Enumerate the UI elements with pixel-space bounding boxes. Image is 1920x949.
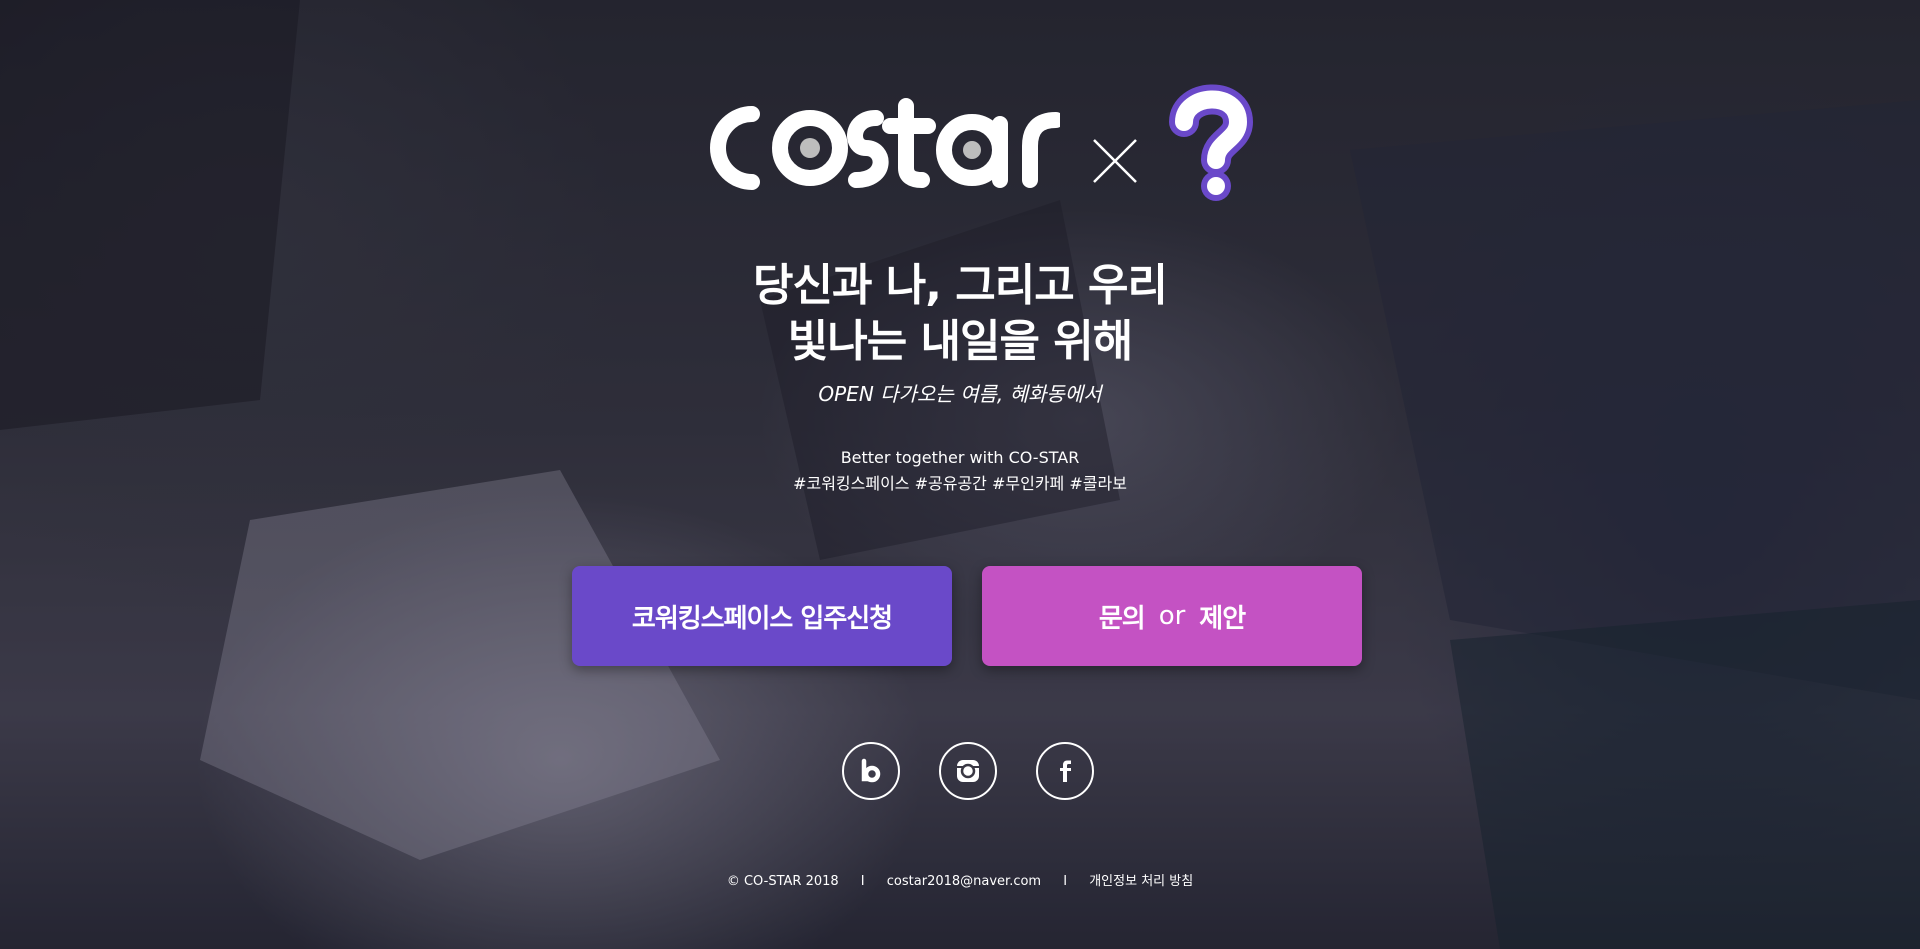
hero-tagline: Better together with CO-STAR #코워킹스페이스 #공… bbox=[0, 445, 1920, 497]
footer-separator: I bbox=[1063, 874, 1068, 889]
logo-row bbox=[690, 84, 1254, 208]
headline-line-1: 당신과 나, 그리고 우리 bbox=[753, 260, 1168, 311]
contact-label-or: or bbox=[1158, 601, 1186, 631]
contact-label-inquiry: 문의 bbox=[1098, 603, 1146, 634]
privacy-policy-link[interactable]: 개인정보 처리 방침 bbox=[1089, 874, 1193, 889]
tagline-line-1: Better together with CO-STAR bbox=[840, 448, 1080, 467]
costar-logo bbox=[710, 98, 1060, 190]
inquiry-proposal-button[interactable]: 문의 or 제안 bbox=[982, 566, 1362, 666]
times-icon bbox=[1093, 139, 1137, 183]
hero-headline: 당신과 나, 그리고 우리 빛나는 내일을 위해 bbox=[0, 258, 1920, 370]
instagram-link[interactable] bbox=[939, 742, 997, 800]
hashtags: #코워킹스페이스 #공유공간 #무인카페 #콜라보 bbox=[793, 474, 1127, 493]
contact-email: costar2018@naver.com bbox=[886, 874, 1042, 889]
footer-separator: I bbox=[860, 874, 865, 889]
headline-line-2: 빛나는 내일을 위해 bbox=[787, 316, 1133, 367]
instagram-icon bbox=[957, 760, 979, 782]
coworking-apply-button[interactable]: 코워킹스페이스 입주신청 bbox=[572, 566, 952, 666]
facebook-link[interactable] bbox=[1036, 742, 1094, 800]
apply-button-label: 코워킹스페이스 입주신청 bbox=[631, 603, 893, 634]
footer: © CO-STAR 2018 I costar2018@naver.com I … bbox=[0, 870, 1920, 889]
contact-label-proposal: 제안 bbox=[1199, 603, 1246, 634]
copyright: © CO-STAR 2018 bbox=[726, 874, 839, 889]
blog-icon bbox=[861, 758, 881, 783]
blog-link[interactable] bbox=[842, 742, 900, 800]
landing-content: 당신과 나, 그리고 우리 빛나는 내일을 위해 OPEN 다가오는 여름, 혜… bbox=[0, 0, 1920, 949]
question-mark-icon bbox=[1169, 84, 1254, 201]
hero-subline: OPEN 다가오는 여름, 혜화동에서 bbox=[818, 382, 1102, 406]
facebook-icon bbox=[1060, 760, 1071, 782]
